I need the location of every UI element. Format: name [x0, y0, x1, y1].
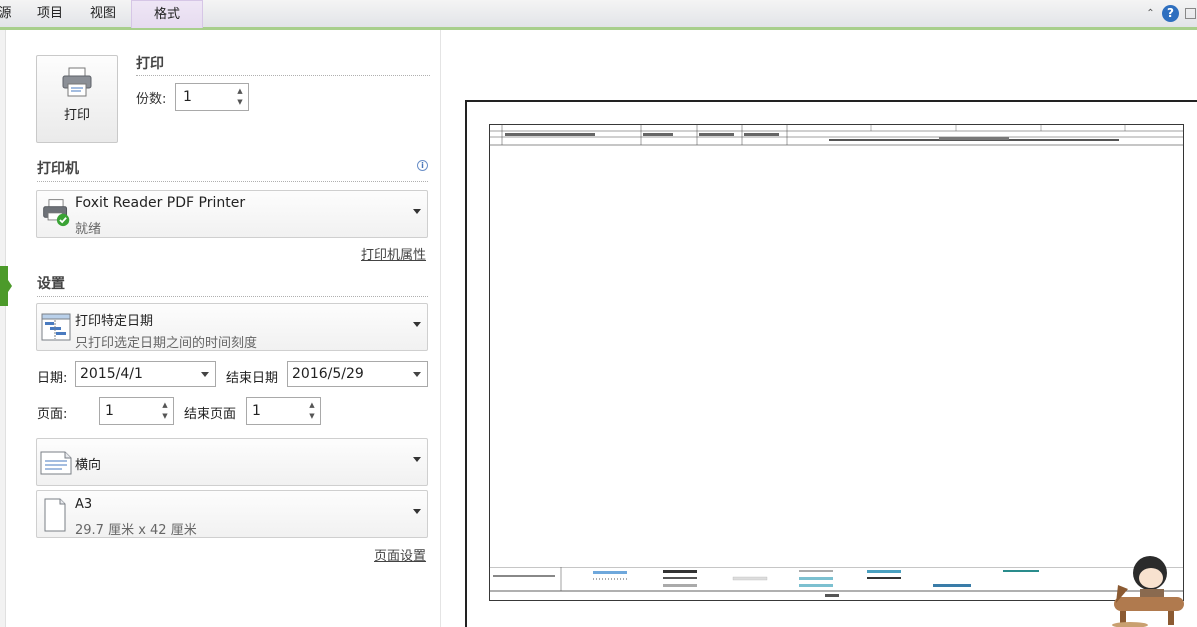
chevron-down-icon — [413, 372, 421, 377]
paper-size-dimensions: 29.7 厘米 x 42 厘米 — [75, 523, 197, 538]
chevron-down-icon — [413, 457, 421, 462]
end-page-value: 1 — [252, 403, 261, 419]
start-page-label: 页面: — [37, 407, 68, 422]
print-section-title: 打印 — [136, 56, 164, 72]
print-divider — [136, 75, 430, 76]
copies-label: 份数: — [136, 92, 167, 107]
copies-value: 1 — [183, 89, 192, 105]
start-page-stepper[interactable]: 1 ▲ ▼ — [99, 397, 174, 425]
print-preview-frame — [489, 124, 1184, 601]
panel-divider — [440, 30, 441, 627]
orientation-value: 横向 — [75, 458, 102, 473]
orientation-select[interactable]: 横向 — [36, 438, 428, 486]
print-range-subtitle: 只打印选定日期之间的时间刻度 — [75, 336, 258, 351]
print-button[interactable]: 打印 — [36, 55, 118, 143]
print-button-label: 打印 — [63, 108, 90, 123]
printer-name: Foxit Reader PDF Printer — [75, 195, 246, 211]
ribbon-tab-bar: 源 项目 视图 格式 ⌃ ? — [0, 0, 1197, 30]
start-date-label: 日期: — [37, 371, 68, 386]
chevron-down-icon — [413, 322, 421, 327]
landscape-page-icon — [40, 451, 72, 475]
printer-section-title: 打印机 — [37, 161, 79, 177]
selected-marker-icon — [0, 266, 12, 306]
backstage-left-edge — [0, 30, 6, 627]
stepper-arrows-icon[interactable]: ▲ ▼ — [307, 400, 317, 422]
end-date-label: 结束日期 — [226, 371, 279, 386]
print-range-title: 打印特定日期 — [75, 314, 154, 329]
tab-view[interactable]: 视图 — [78, 0, 128, 28]
preview-legend — [489, 567, 1184, 601]
window-icon[interactable] — [1185, 8, 1196, 19]
printer-select[interactable]: Foxit Reader PDF Printer 就绪 — [36, 190, 428, 238]
end-page-stepper[interactable]: 1 ▲ ▼ — [246, 397, 321, 425]
print-range-select[interactable]: 打印特定日期 只打印选定日期之间的时间刻度 — [36, 303, 428, 351]
printer-properties-link[interactable]: 打印机属性 — [361, 244, 426, 263]
info-icon[interactable]: i — [417, 160, 428, 171]
end-date-value: 2016/5/29 — [292, 366, 364, 382]
gantt-range-icon — [41, 313, 71, 341]
paper-icon — [44, 498, 66, 532]
tab-format[interactable]: 格式 — [131, 0, 203, 28]
mascot-sticker-icon — [1112, 556, 1184, 627]
end-page-label: 结束页面 — [184, 407, 237, 422]
chevron-down-icon — [413, 209, 421, 214]
page-setup-link[interactable]: 页面设置 — [374, 545, 426, 564]
tab-project[interactable]: 项目 — [24, 0, 76, 28]
printer-divider — [37, 181, 428, 182]
settings-section-title: 设置 — [37, 276, 65, 292]
copies-stepper[interactable]: 1 ▲ ▼ — [175, 83, 249, 111]
stepper-arrows-icon[interactable]: ▲ ▼ — [160, 400, 170, 422]
end-date-picker[interactable]: 2016/5/29 — [287, 361, 428, 387]
printer-ready-icon — [43, 199, 70, 227]
start-date-value: 2015/4/1 — [80, 366, 143, 382]
help-icon[interactable]: ? — [1162, 5, 1179, 22]
printer-icon — [62, 67, 92, 97]
chevron-down-icon — [413, 509, 421, 514]
start-page-value: 1 — [105, 403, 114, 419]
stepper-arrows-icon[interactable]: ▲ ▼ — [235, 86, 245, 108]
chevron-down-icon — [201, 372, 209, 377]
minimize-ribbon-icon[interactable]: ⌃ — [1145, 8, 1156, 19]
settings-divider — [37, 296, 428, 297]
start-date-picker[interactable]: 2015/4/1 — [75, 361, 216, 387]
tab-source[interactable]: 源 — [0, 0, 16, 28]
paper-size-select[interactable]: A3 29.7 厘米 x 42 厘米 — [36, 490, 428, 538]
preview-gantt-table — [489, 124, 1184, 146]
paper-size-title: A3 — [75, 497, 93, 512]
printer-status: 就绪 — [75, 222, 102, 237]
